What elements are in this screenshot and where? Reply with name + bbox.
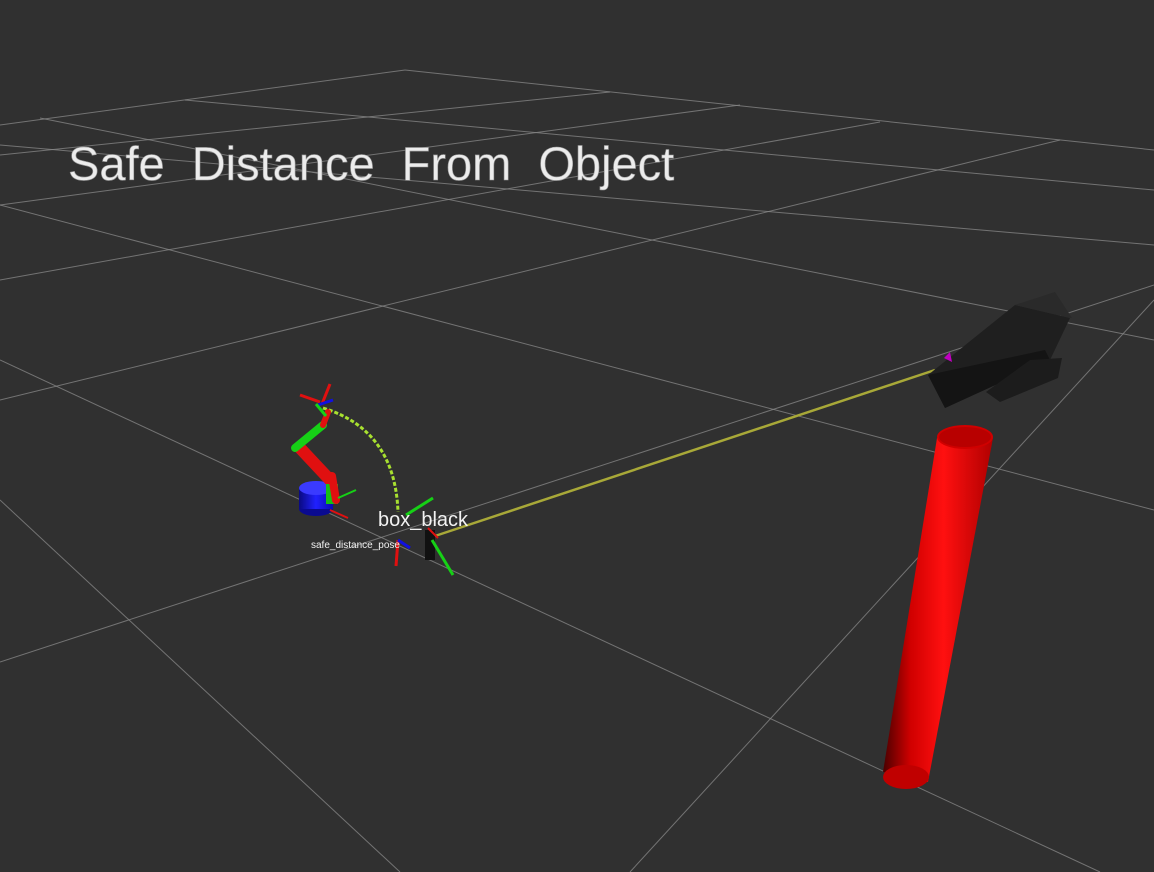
cylinder-obstacle[interactable] — [883, 425, 993, 789]
distance-line — [434, 368, 936, 538]
scene-title-text: Safe Distance From Object — [68, 137, 674, 190]
safe-distance-pose-label: safe_distance_pose — [311, 540, 400, 551]
scene-canvas[interactable]: Safe Distance From Object box_black safe… — [0, 0, 1154, 872]
box-black-label: box_black — [378, 509, 469, 531]
rviz-3d-viewport[interactable]: Safe Distance From Object box_black safe… — [0, 0, 1154, 872]
robot-arm[interactable] — [291, 383, 357, 519]
